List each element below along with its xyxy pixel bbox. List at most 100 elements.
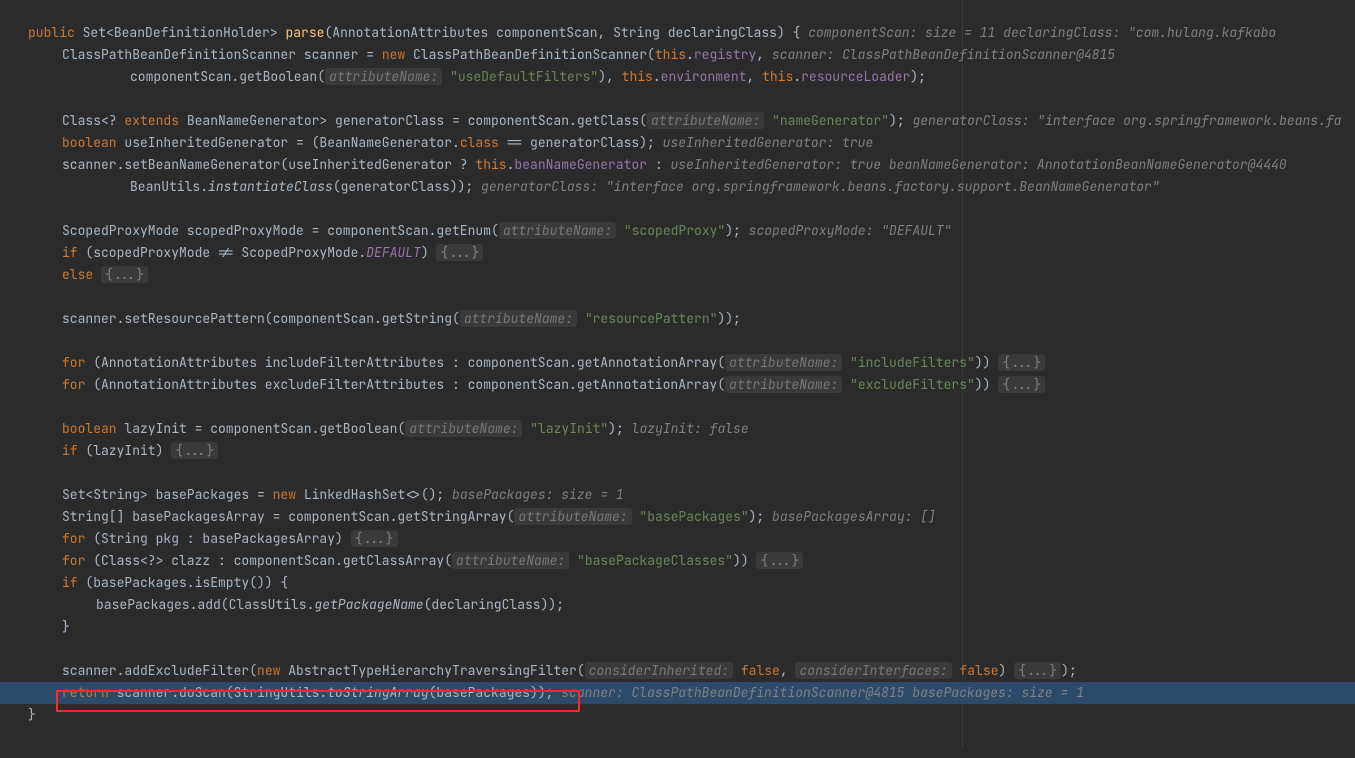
code: == generatorClass); (499, 134, 655, 151)
field: beanNameGenerator (514, 156, 647, 173)
inline-hint: generatorClass: "interface org.springfra… (912, 112, 1341, 129)
string: "basePackageClasses" (577, 552, 733, 569)
inline-hint: useInheritedGenerator: true (663, 134, 874, 151)
code-line[interactable] (0, 0, 1355, 22)
keyword: for (62, 354, 85, 371)
method-name: parse (285, 24, 324, 41)
code-line[interactable]: for (AnnotationAttributes excludeFilterA… (0, 374, 1355, 396)
inline-hint: componentScan: size = 11 (808, 24, 995, 41)
param-hint: attributeName: (647, 112, 764, 129)
code-line[interactable]: ClassPathBeanDefinitionScanner scanner =… (0, 44, 1355, 66)
inline-hint: declaringClass: "com.hulang.kafkabo (1003, 24, 1276, 41)
code-line[interactable]: for (AnnotationAttributes includeFilterA… (0, 352, 1355, 374)
code-line[interactable] (0, 638, 1355, 660)
code-line[interactable]: } (0, 704, 1355, 726)
code-line[interactable]: else {...} (0, 264, 1355, 286)
brace: } (62, 618, 70, 635)
code-line[interactable]: ScopedProxyMode scopedProxyMode = compon… (0, 220, 1355, 242)
code: scanner.setBeanNameGenerator(useInherite… (62, 156, 475, 173)
fold-marker[interactable]: {...} (756, 552, 803, 569)
keyword: if (62, 442, 78, 459)
param-hint: attributeName: (325, 68, 442, 85)
fold-marker[interactable]: {...} (436, 244, 483, 261)
code-line[interactable]: public Set<BeanDefinitionHolder> parse(A… (0, 22, 1355, 44)
inline-hint: scopedProxyMode: "DEFAULT" (749, 222, 952, 239)
inline-hint: scanner: ClassPathBeanDefinitionScanner@… (772, 46, 1115, 63)
inline-hint: generatorClass: "interface org.springfra… (481, 178, 1160, 195)
param-hint: considerInherited: (585, 662, 733, 679)
field: resourceLoader (801, 68, 910, 85)
code-editor[interactable]: public Set<BeanDefinitionHolder> parse (A… (0, 0, 1355, 748)
code: (AnnotationAttributes includeFilterAttri… (85, 354, 725, 371)
code-line[interactable]: scanner.setResourcePattern(componentScan… (0, 308, 1355, 330)
inline-hint: scanner: ClassPathBeanDefinitionScanner@… (561, 684, 904, 701)
code-line[interactable]: Set<String> basePackages = new LinkedHas… (0, 484, 1355, 506)
code-line[interactable]: if (basePackages.isEmpty()) { (0, 572, 1355, 594)
code-line[interactable]: String[] basePackagesArray = componentSc… (0, 506, 1355, 528)
param-hint: attributeName: (405, 420, 522, 437)
code-line-highlighted[interactable]: return scanner.doScan(StringUtils.toStri… (0, 682, 1355, 704)
code-line[interactable]: scanner.setBeanNameGenerator(useInherite… (0, 154, 1355, 176)
fold-marker[interactable]: {...} (1014, 662, 1061, 679)
fold-marker[interactable]: {...} (998, 376, 1045, 393)
code-line[interactable]: componentScan.getBoolean(attributeName: … (0, 66, 1355, 88)
code-line[interactable] (0, 396, 1355, 418)
code: Set<String> basePackages = (62, 486, 273, 503)
fold-marker[interactable]: {...} (171, 442, 218, 459)
inline-hint: lazyInit: false (632, 420, 749, 437)
param-hint: attributeName: (460, 310, 577, 327)
param: declaringClass (668, 24, 777, 41)
keyword: new (382, 46, 405, 63)
code-line[interactable]: for (String pkg : basePackagesArray) {..… (0, 528, 1355, 550)
code-line[interactable]: scanner.addExcludeFilter(new AbstractTyp… (0, 660, 1355, 682)
code-line[interactable] (0, 726, 1355, 748)
string: "scopedProxy" (624, 222, 725, 239)
keyword: this (655, 46, 686, 63)
string: "includeFilters" (850, 354, 975, 371)
param-hint: attributeName: (514, 508, 631, 525)
code-line[interactable]: BeanUtils.instantiateClass(generatorClas… (0, 176, 1355, 198)
code: (generatorClass)); (333, 178, 473, 195)
code: useInheritedGenerator = (BeanNameGenerat… (117, 134, 460, 151)
keyword: if (62, 244, 78, 261)
string: "useDefaultFilters" (450, 68, 598, 85)
keyword: this (475, 156, 506, 173)
param-hint: attributeName: (499, 222, 616, 239)
code-line[interactable]: basePackages.add(ClassUtils.getPackageNa… (0, 594, 1355, 616)
code-line[interactable]: for (Class<?> clazz : componentScan.getC… (0, 550, 1355, 572)
code: (basePackages.isEmpty()) { (78, 574, 289, 591)
fold-marker[interactable]: {...} (351, 530, 398, 547)
code-line[interactable]: } (0, 616, 1355, 638)
code: ClassPathBeanDefinitionScanner( (413, 46, 655, 63)
keyword: public (28, 24, 75, 41)
inline-hint: basePackages: size = 1 (452, 486, 624, 503)
code-line[interactable]: boolean lazyInit = componentScan.getBool… (0, 418, 1355, 440)
code: AbstractTypeHierarchyTraversingFilter( (288, 662, 584, 679)
type: Set<BeanDefinitionHolder> (83, 24, 278, 41)
code: (scopedProxyMode != ScopedProxyMode. (78, 244, 367, 261)
code: lazyInit = componentScan.getBoolean( (117, 420, 406, 437)
code-line[interactable] (0, 330, 1355, 352)
code-line[interactable]: boolean useInheritedGenerator = (BeanNam… (0, 132, 1355, 154)
dot: . (793, 68, 801, 85)
brace: } (28, 706, 36, 723)
keyword: this (622, 68, 653, 85)
param-hint: attributeName: (725, 354, 842, 371)
keyword: new (273, 486, 296, 503)
param-type: AnnotationAttributes (332, 24, 488, 41)
code-line[interactable] (0, 198, 1355, 220)
code-line[interactable] (0, 462, 1355, 484)
param: componentScan (496, 24, 597, 41)
code-line[interactable]: Class<? extends BeanNameGenerator> gener… (0, 110, 1355, 132)
code-line[interactable] (0, 88, 1355, 110)
string: "excludeFilters" (850, 376, 975, 393)
dot: . (686, 46, 694, 63)
code-line[interactable] (0, 286, 1355, 308)
code: (String pkg : basePackagesArray) (85, 530, 350, 547)
keyword: boolean (62, 420, 117, 437)
keyword: boolean (62, 134, 117, 151)
fold-marker[interactable]: {...} (101, 266, 148, 283)
code-line[interactable]: if (scopedProxyMode != ScopedProxyMode.D… (0, 242, 1355, 264)
fold-marker[interactable]: {...} (998, 354, 1045, 371)
code-line[interactable]: if (lazyInit) {...} (0, 440, 1355, 462)
